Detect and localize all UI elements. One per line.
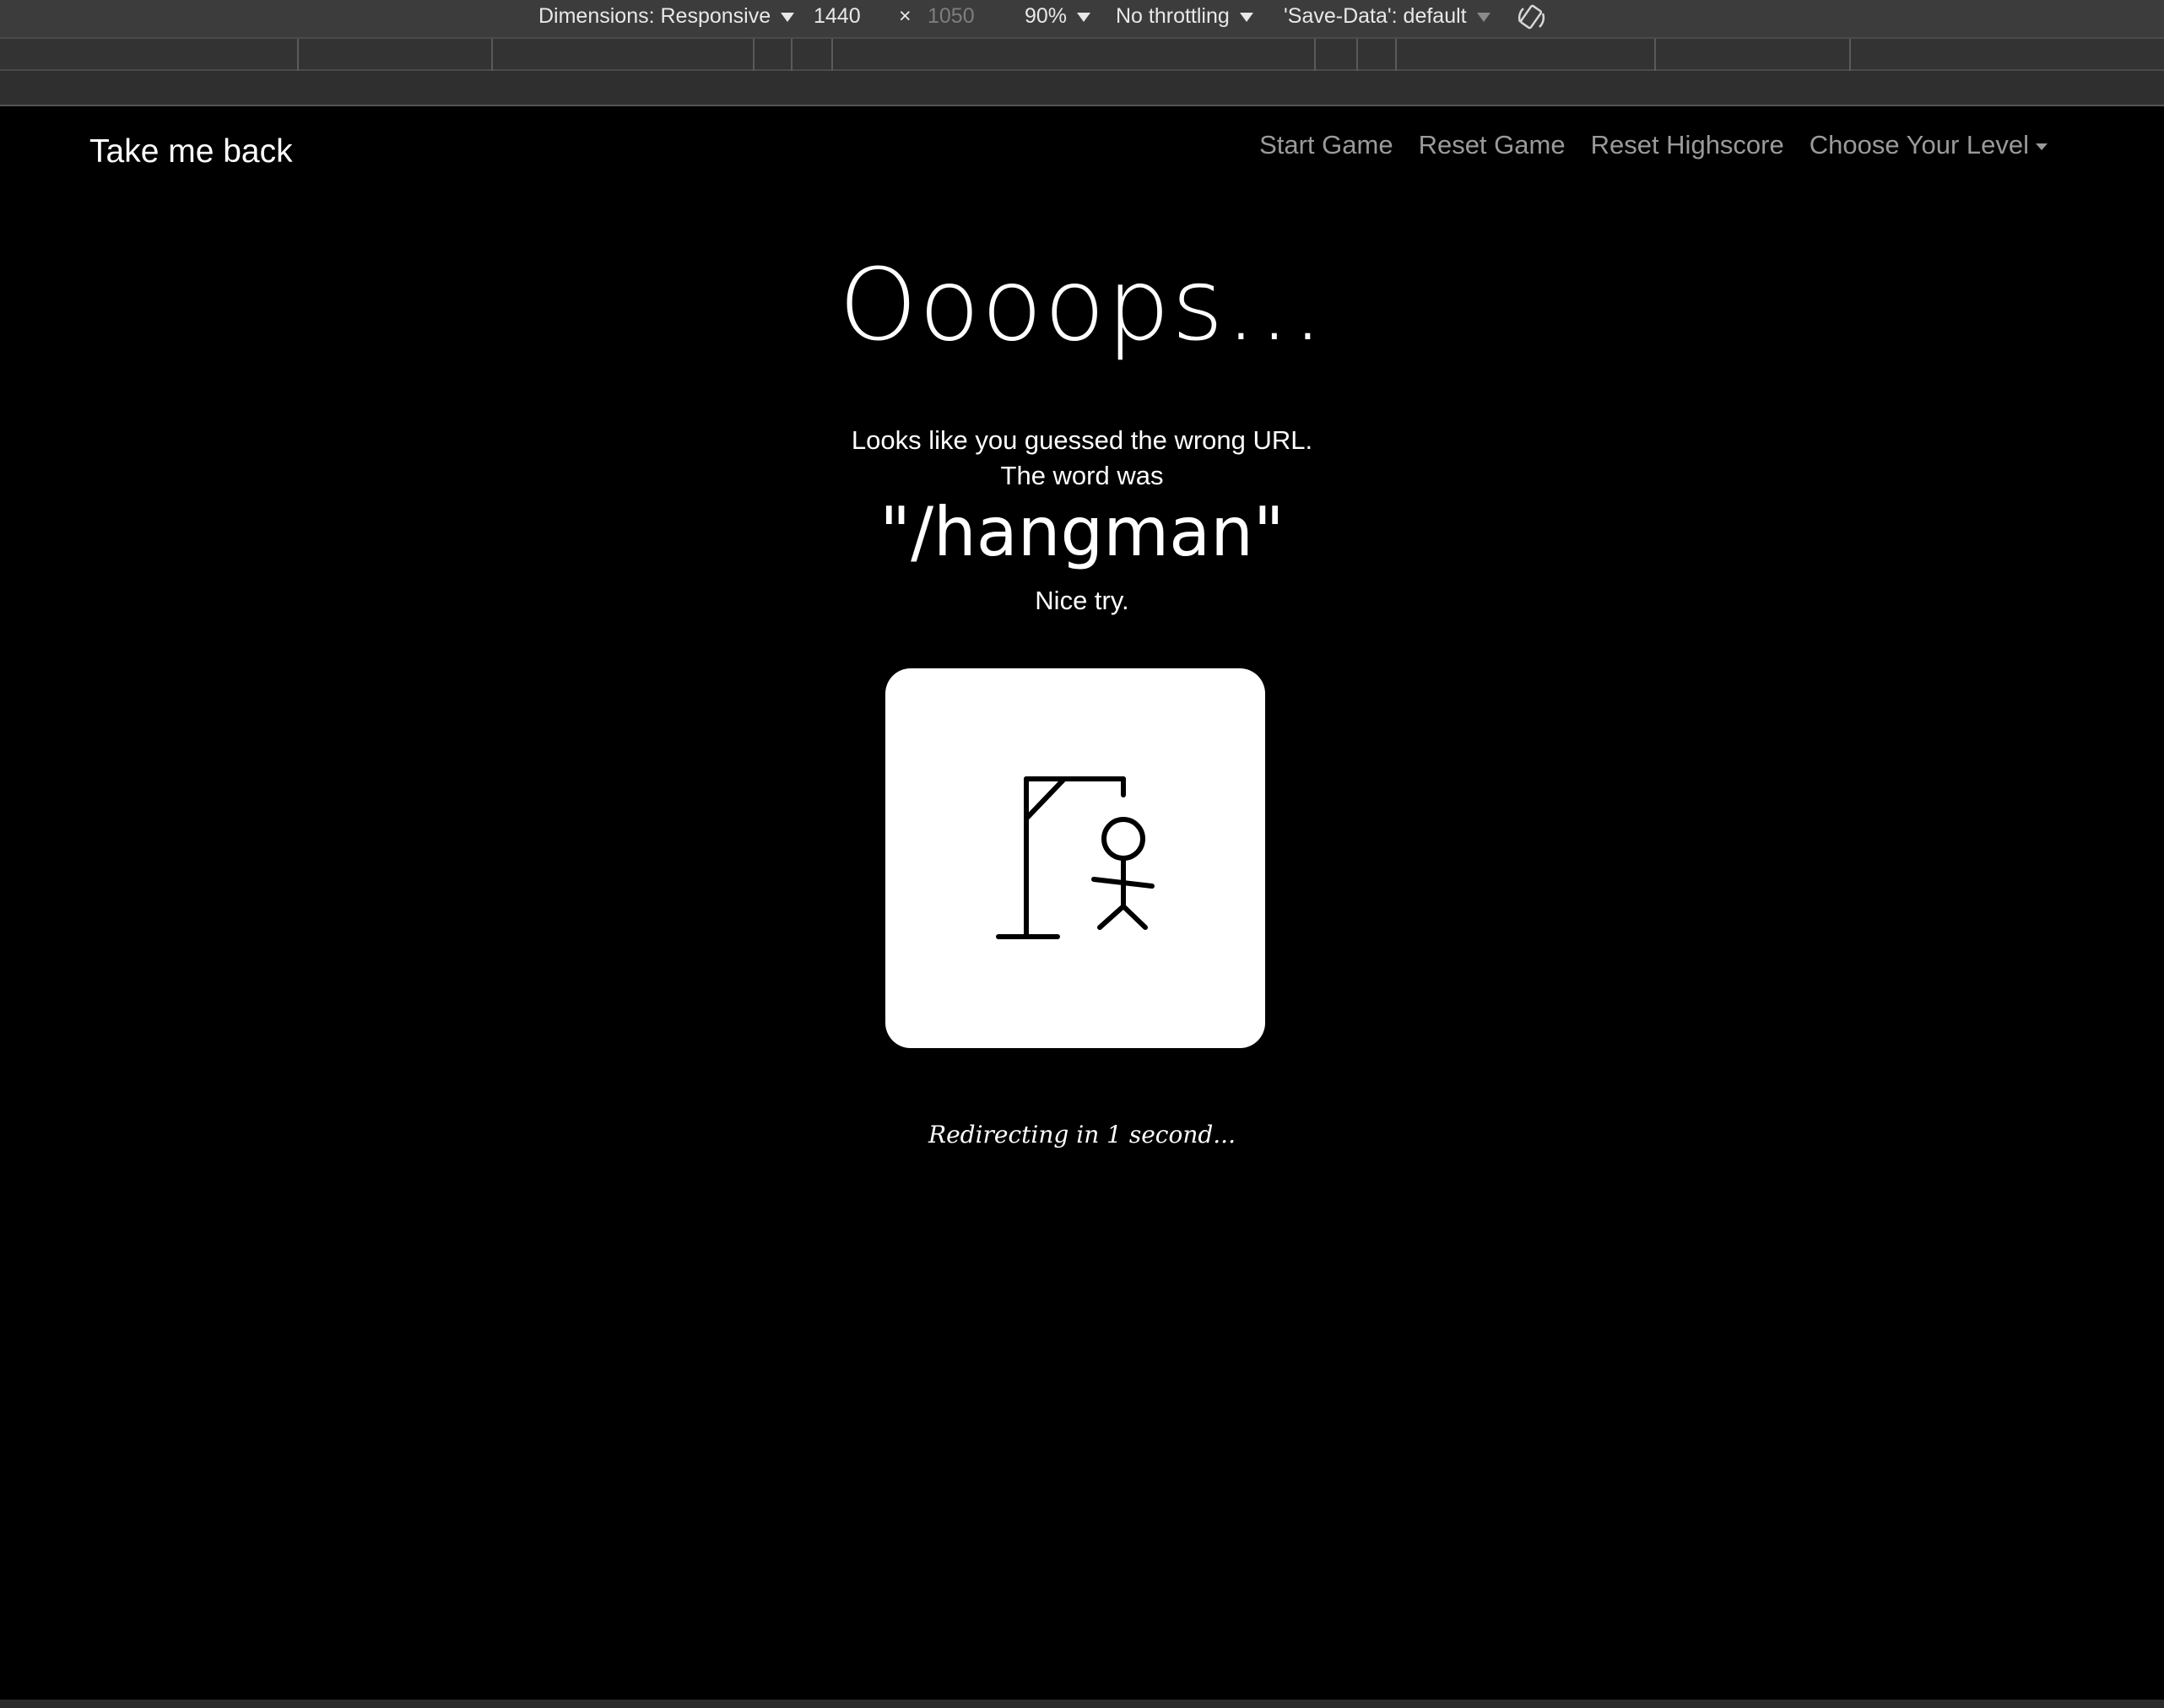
times-icon: ×	[899, 4, 912, 28]
devtools-device-toolbar: Dimensions: Responsive 1440 × 1050 90% N…	[0, 0, 2164, 37]
ruler-tick	[1654, 39, 1656, 71]
width-input[interactable]: 1440	[814, 4, 861, 29]
throttling-dropdown[interactable]: No throttling	[1116, 4, 1253, 29]
zoom-dropdown[interactable]: 90%	[1025, 4, 1091, 29]
chevron-down-icon	[781, 12, 795, 22]
throttling-label: No throttling	[1116, 4, 1230, 28]
redirect-countdown: Redirecting in 1 second...	[928, 1121, 1236, 1149]
take-me-back-link[interactable]: Take me back	[89, 133, 293, 170]
error-message-line: Looks like you guessed the wrong URL.	[851, 425, 1313, 455]
nice-try-text: Nice try.	[1035, 586, 1129, 615]
wrong-word: "/hangman"	[879, 493, 1285, 571]
save-data-dropdown[interactable]: 'Save-Data': default	[1284, 4, 1490, 29]
ruler-tick	[297, 39, 299, 71]
devtools-spacer	[0, 71, 2164, 106]
hangman-icon	[996, 776, 1155, 939]
viewport-bottom-edge	[0, 1700, 2164, 1708]
devtools-media-ruler	[0, 37, 2164, 71]
rotate-icon[interactable]	[1515, 2, 1549, 34]
height-input[interactable]: 1050	[928, 4, 975, 29]
chevron-down-icon	[1476, 12, 1490, 22]
dimensions-label: Dimensions: Responsive	[538, 4, 771, 28]
ruler-tick	[791, 39, 793, 71]
chevron-down-icon	[1239, 12, 1253, 22]
ruler-tick	[753, 39, 755, 71]
navbar-links: Start Game Reset Game Reset Highscore Ch…	[1259, 130, 2048, 160]
ruler-tick	[1849, 39, 1851, 71]
chevron-down-icon	[1077, 12, 1091, 22]
start-game-link[interactable]: Start Game	[1259, 130, 1393, 160]
dimensions-dropdown[interactable]: Dimensions: Responsive	[538, 4, 795, 29]
choose-level-dropdown[interactable]: Choose Your Level	[1810, 130, 2048, 160]
zoom-label: 90%	[1025, 4, 1068, 28]
ruler-tick	[1395, 39, 1397, 71]
ruler-tick	[1314, 39, 1316, 71]
page-viewport: Take me back Start Game Reset Game Reset…	[0, 106, 2164, 1701]
hangman-card	[885, 668, 1265, 1048]
chevron-down-icon	[2036, 143, 2048, 150]
reset-highscore-link[interactable]: Reset Highscore	[1591, 130, 1784, 160]
save-data-label: 'Save-Data': default	[1284, 4, 1467, 28]
ruler-tick	[831, 39, 833, 71]
ruler-tick	[491, 39, 493, 71]
reset-game-link[interactable]: Reset Game	[1419, 130, 1566, 160]
word-intro-text: The word was	[1000, 461, 1164, 490]
choose-level-label: Choose Your Level	[1809, 130, 2029, 159]
page-title: Oooops...	[838, 246, 1326, 363]
ruler-tick	[1356, 39, 1358, 71]
